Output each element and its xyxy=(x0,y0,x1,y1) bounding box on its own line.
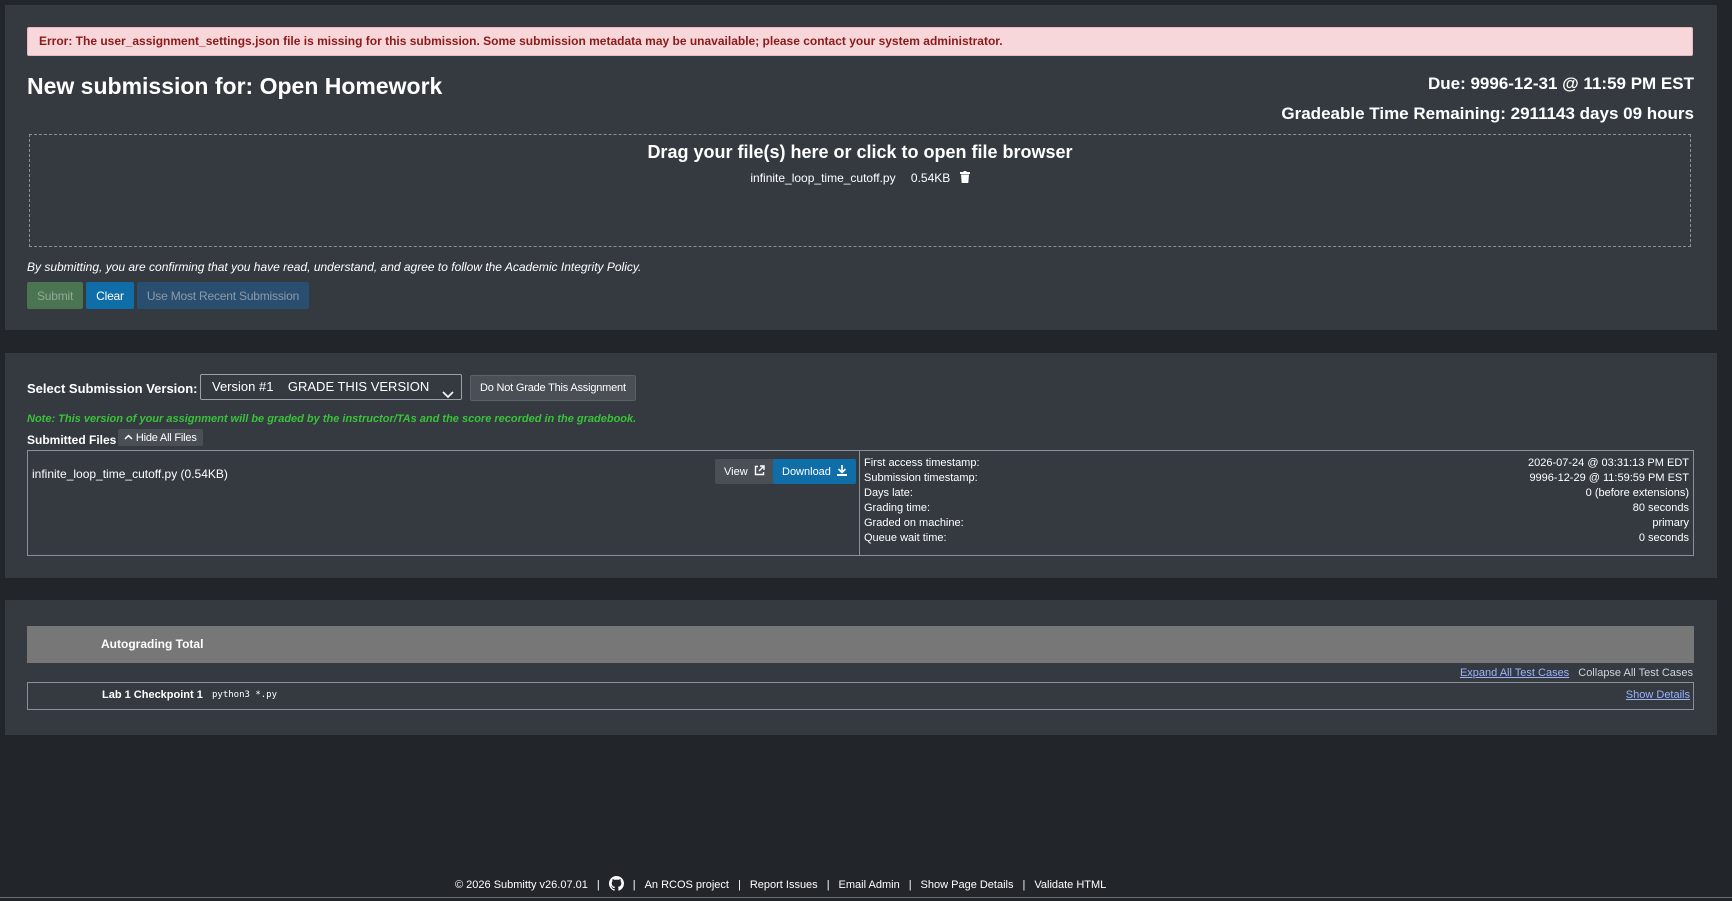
submission-metadata: First access timestamp: 2026-07-24 @ 03:… xyxy=(860,451,1693,555)
show-details-link[interactable]: Show Details xyxy=(1626,689,1690,701)
grading-note: Note: This version of your assignment wi… xyxy=(27,413,637,425)
chevron-up-icon xyxy=(124,432,136,444)
footer-separator: | xyxy=(632,879,636,891)
footer-separator: | xyxy=(826,879,830,891)
version-select-label: Select Submission Version: xyxy=(27,381,198,396)
submitted-files-box: infinite_loop_time_cutoff.py (0.54KB) Vi… xyxy=(27,450,1694,556)
time-remaining: Gradeable Time Remaining: 2911143 days 0… xyxy=(1281,104,1694,123)
file-list: infinite_loop_time_cutoff.py (0.54KB) Vi… xyxy=(28,451,860,555)
collapse-all-testcases-link[interactable]: Collapse All Test Cases xyxy=(1578,667,1693,679)
download-file-button[interactable]: Download xyxy=(773,459,856,484)
results-panel: Autograding Total Expand All Test Cases … xyxy=(5,600,1717,735)
chevron-down-icon xyxy=(442,383,454,407)
metadata-row: Submission timestamp: 9996-12-29 @ 11:59… xyxy=(864,471,1689,486)
download-file-label: Download xyxy=(782,466,831,478)
external-link-icon xyxy=(751,465,765,478)
metadata-value: 0 (before extensions) xyxy=(1585,487,1689,499)
metadata-label: Days late: xyxy=(864,487,913,499)
metadata-row: Days late: 0 (before extensions) xyxy=(864,486,1689,501)
testcase-row[interactable]: Lab 1 Checkpoint 1 python3 *.py Show Det… xyxy=(27,682,1694,710)
version-select[interactable]: Version #1 GRADE THIS VERSION xyxy=(200,374,462,400)
autograding-total-label: Autograding Total xyxy=(101,637,204,651)
submitted-files-label: Submitted Files xyxy=(27,433,117,447)
dropzone-file-name: infinite_loop_time_cutoff.py xyxy=(750,171,896,185)
error-banner: Error: The user_assignment_settings.json… xyxy=(27,27,1693,56)
footer-email-admin-link[interactable]: Email Admin xyxy=(839,879,900,891)
footer-rcos-link[interactable]: An RCOS project xyxy=(645,879,729,891)
expand-all-testcases-link[interactable]: Expand All Test Cases xyxy=(1460,667,1569,679)
metadata-value: 2026-07-24 @ 03:31:13 PM EDT xyxy=(1528,457,1689,469)
metadata-label: Queue wait time: xyxy=(864,532,947,544)
footer-separator: | xyxy=(1022,879,1026,891)
github-icon[interactable] xyxy=(608,876,624,894)
testcase-name: Lab 1 Checkpoint 1 xyxy=(102,689,203,701)
metadata-value: 80 seconds xyxy=(1632,502,1689,514)
footer-validate-html-link[interactable]: Validate HTML xyxy=(1034,879,1106,891)
metadata-row: Graded on machine: primary xyxy=(864,516,1689,531)
version-selected-value: Version #1 GRADE THIS VERSION xyxy=(212,379,430,394)
metadata-label: Grading time: xyxy=(864,502,931,514)
bottom-divider xyxy=(0,897,1732,898)
page-title: New submission for: Open Homework xyxy=(27,73,443,99)
footer-separator: | xyxy=(596,879,600,891)
hide-all-files-label: Hide All Files xyxy=(135,431,197,444)
submission-panel: Error: The user_assignment_settings.json… xyxy=(5,5,1717,330)
dropzone-file-size: 0.54KB xyxy=(910,171,951,185)
metadata-row: Queue wait time: 0 seconds xyxy=(864,531,1689,546)
version-panel: Select Submission Version: Version #1 GR… xyxy=(5,353,1717,578)
footer-copyright: © 2026 Submitty v26.07.01 xyxy=(455,879,588,891)
do-not-grade-button[interactable]: Do Not Grade This Assignment xyxy=(470,375,636,401)
trash-icon[interactable] xyxy=(959,171,970,186)
metadata-row: Grading time: 80 seconds xyxy=(864,501,1689,516)
file-dropzone[interactable]: Drag your file(s) here or click to open … xyxy=(29,134,1691,247)
academic-integrity-notice: By submitting, you are confirming that y… xyxy=(27,260,642,274)
metadata-value: 0 seconds xyxy=(1638,532,1689,544)
testcase-command: python3 *.py xyxy=(212,690,278,700)
footer-separator: | xyxy=(737,879,741,891)
submitted-file-name: infinite_loop_time_cutoff.py (0.54KB) xyxy=(32,467,228,481)
hide-all-files-button[interactable]: Hide All Files xyxy=(118,429,203,446)
clear-button[interactable]: Clear xyxy=(86,282,134,309)
metadata-label: First access timestamp: xyxy=(864,457,980,469)
testcase-toggle-links: Expand All Test Cases Collapse All Test … xyxy=(1460,667,1693,679)
download-icon xyxy=(834,465,847,478)
dropzone-title: Drag your file(s) here or click to open … xyxy=(647,142,1073,162)
footer: © 2026 Submitty v26.07.01 | | An RCOS pr… xyxy=(455,876,1106,894)
footer-report-issues-link[interactable]: Report Issues xyxy=(750,879,818,891)
dropzone-file-entry: infinite_loop_time_cutoff.py 0.54KB xyxy=(30,171,1690,186)
use-recent-submission-button[interactable]: Use Most Recent Submission xyxy=(136,282,310,309)
due-date: Due: 9996-12-31 @ 11:59 PM EST xyxy=(1427,74,1694,93)
metadata-label: Submission timestamp: xyxy=(864,472,978,484)
footer-show-page-details-link[interactable]: Show Page Details xyxy=(921,879,1014,891)
view-file-label: View xyxy=(724,466,748,478)
metadata-value: primary xyxy=(1652,517,1689,529)
footer-separator: | xyxy=(908,879,912,891)
submit-button[interactable]: Submit xyxy=(27,282,84,309)
view-file-button[interactable]: View xyxy=(715,459,774,484)
metadata-label: Graded on machine: xyxy=(864,517,964,529)
autograding-total-header: Autograding Total xyxy=(27,626,1694,663)
metadata-row: First access timestamp: 2026-07-24 @ 03:… xyxy=(864,456,1689,471)
submission-actions: Submit Clear Use Most Recent Submission xyxy=(27,282,310,309)
metadata-value: 9996-12-29 @ 11:59:59 PM EST xyxy=(1529,472,1689,484)
